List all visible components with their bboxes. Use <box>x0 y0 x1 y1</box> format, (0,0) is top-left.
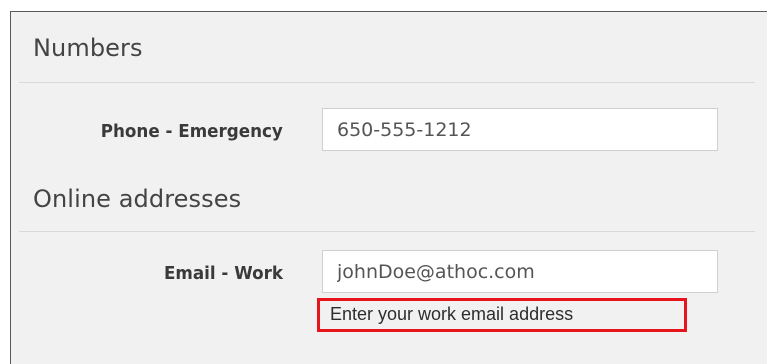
section-divider <box>19 82 755 83</box>
email-work-helper-text: Enter your work email address <box>330 304 574 324</box>
helper-text-highlight: Enter your work email address <box>317 298 687 332</box>
phone-emergency-label: Phone - Emergency <box>100 121 283 142</box>
section-divider <box>19 231 755 232</box>
email-work-input[interactable] <box>322 250 718 293</box>
section-title-numbers: Numbers <box>33 34 143 62</box>
contact-info-panel: Numbers Phone - Emergency Online address… <box>10 11 767 364</box>
section-title-online-addresses: Online addresses <box>33 185 242 213</box>
email-work-label: Email - Work <box>163 263 283 284</box>
phone-emergency-input[interactable] <box>322 108 718 151</box>
